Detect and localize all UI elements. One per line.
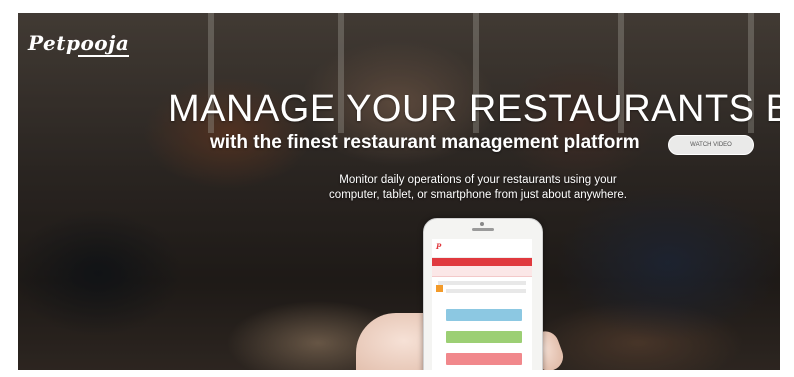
description-line-2: computer, tablet, or smartphone from jus… [329, 189, 627, 201]
app-tile-green [446, 331, 522, 343]
phone-camera [480, 222, 484, 226]
phone-mockup: P [423, 218, 543, 370]
hero-description: Monitor daily operations of your restaur… [288, 173, 668, 203]
phone-screen: P [432, 239, 532, 370]
app-logo: P [436, 242, 442, 251]
hero-banner: Petpooja MANAGE YOUR RESTAURANTS BETTER … [18, 13, 780, 370]
hero-subheadline: with the finest restaurant management pl… [210, 132, 640, 153]
hero-headline: MANAGE YOUR RESTAURANTS BETTER [168, 88, 780, 130]
petpooja-logo[interactable]: Petpooja [28, 31, 130, 57]
watch-video-button[interactable]: WATCH VIDEO [668, 135, 754, 155]
phone-speaker [472, 228, 494, 231]
description-line-1: Monitor daily operations of your restaur… [339, 174, 617, 186]
app-tile-blue [446, 309, 522, 321]
app-line [446, 289, 526, 293]
orange-icon [436, 285, 443, 292]
app-red-bar [432, 258, 532, 266]
app-line [438, 281, 526, 285]
app-header: P [432, 239, 532, 258]
app-tile-pink [446, 353, 522, 365]
app-row [432, 266, 532, 277]
